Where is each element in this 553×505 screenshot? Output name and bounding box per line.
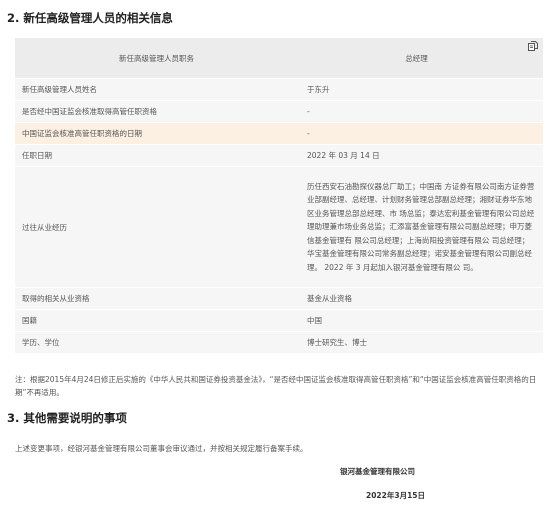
row-label: 取得的相关从业资格 (22, 294, 90, 303)
table-row-name: 新任高级管理人员姓名 于东升 (15, 79, 543, 101)
copy-icon[interactable] (528, 41, 538, 51)
row-value: 博士研究生、博士 (307, 338, 367, 347)
table-row-education: 学历、学位 博士研究生、博士 (15, 332, 543, 354)
row-value: 中国 (307, 316, 322, 325)
table-row-work-history: 过往从业经历 历任西安石油勘探仪器总厂助工；中国南 方证券有限公司南方证券营业部… (15, 167, 543, 288)
company-signature: 银河基金管理有限公司 (340, 467, 415, 476)
table-header-value: 总经理 (405, 53, 428, 63)
row-value: 于东升 (307, 85, 330, 94)
row-value: - (307, 129, 310, 138)
row-label: 国籍 (22, 316, 37, 325)
table-row-approval-date: 中国证监会核准高管任职资格的日期 - (15, 123, 543, 145)
table-header-label: 新任高级管理人员职务 (119, 53, 194, 63)
row-label: 新任高级管理人员姓名 (22, 85, 97, 94)
table-row-nationality: 国籍 中国 (15, 310, 543, 332)
signature-date: 2022年3月15日 (366, 491, 426, 500)
row-label: 学历、学位 (22, 338, 60, 347)
row-value: 基金从业资格 (307, 294, 352, 303)
table-row-qualification-approved: 是否经中国证监会核准取得高管任职资格 - (15, 101, 543, 123)
info-table: 新任高级管理人员职务 总经理 新任高级管理人员姓名 于东升 是否经中国证监会核准… (15, 38, 543, 354)
row-value: - (307, 107, 310, 116)
section-3-title: 3. 其他需要说明的事项 (7, 411, 127, 425)
row-label: 过往从业经历 (22, 222, 67, 232)
table-header-row: 新任高级管理人员职务 总经理 (15, 38, 543, 79)
row-label: 中国证监会核准高管任职资格的日期 (22, 129, 142, 138)
row-value: 历任西安石油勘探仪器总厂助工；中国南 方证券有限公司南方证券营业部副经理、总经理… (307, 181, 535, 272)
table-row-appointment-date: 任职日期 2022 年 03 月 14 日 (15, 145, 543, 167)
table-footnote: 注：根据2015年4月24日修正后实施的《中华人民共和国证券投资基金法》，“是否… (15, 375, 537, 397)
section-2-title: 2. 新任高级管理人员的相关信息 (7, 11, 173, 25)
row-label: 任职日期 (22, 151, 52, 160)
statement-text: 上述变更事项，经银河基金管理有限公司董事会审议通过，并按相关规定履行备案手续。 (15, 444, 308, 453)
row-value: 2022 年 03 月 14 日 (307, 151, 380, 160)
table-row-certification: 取得的相关从业资格 基金从业资格 (15, 288, 543, 310)
row-label: 是否经中国证监会核准取得高管任职资格 (22, 107, 157, 116)
